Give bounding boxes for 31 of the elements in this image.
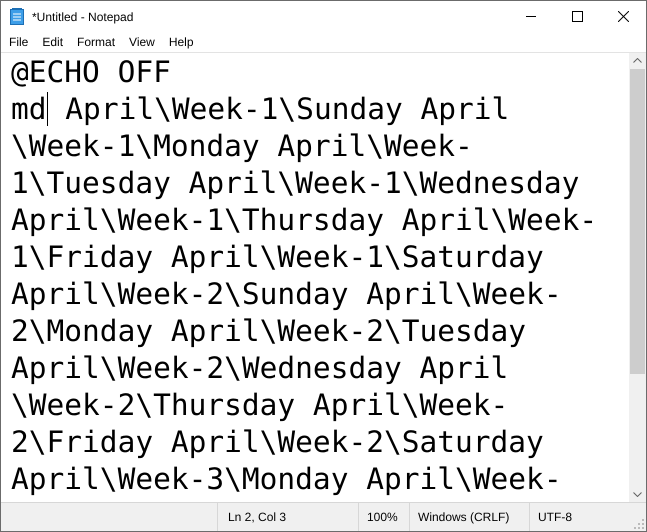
resize-grip-icon[interactable] (634, 519, 644, 529)
text-line: 2\Friday April\Week-2\Saturday (11, 424, 544, 461)
text-line: April\Week-1\Thursday April\Week- (11, 202, 598, 239)
scrollbar-thumb[interactable] (630, 69, 645, 374)
zoom-level: 100% (359, 503, 410, 531)
maximize-icon (572, 11, 582, 22)
scroll-down-icon[interactable] (633, 492, 642, 497)
text-line: April\Week-2\Wednesday April (11, 350, 508, 387)
text-line: \Week-2\Thursday April\Week- (11, 387, 508, 424)
text-line: 1\Friday April\Week-1\Saturday (11, 239, 544, 276)
close-icon (618, 11, 628, 22)
text-line: @ECHO OFF (11, 54, 171, 91)
menu-item[interactable]: Format (70, 32, 122, 52)
text-line: \Week-1\Monday April\Week- (11, 128, 473, 165)
cursor-position: Ln 2, Col 3 (218, 503, 359, 531)
text-line: 1\Tuesday April\Week-1\Wednesday (11, 165, 580, 202)
scroll-up-icon[interactable] (633, 58, 642, 63)
text-line: md April\Week-1\Sunday April (11, 91, 510, 128)
menu-item[interactable]: Edit (35, 32, 70, 52)
menu-item[interactable]: Help (162, 32, 201, 52)
text-line: April\Week-3\Monday April\Week- (11, 461, 562, 498)
notepad-icon (10, 8, 24, 25)
menu-item[interactable]: View (122, 32, 162, 52)
scrollbar[interactable] (629, 53, 646, 502)
minimize-icon (526, 16, 536, 17)
text-line: April\Week-2\Sunday April\Week- (11, 276, 562, 313)
text-line: 2\Monday April\Week-2\Tuesday (11, 313, 526, 350)
window-title: *Untitled - Notepad (32, 8, 134, 26)
line-ending: Windows (CRLF) (410, 503, 530, 531)
encoding: UTF-8 (537, 509, 573, 526)
menu-item[interactable]: File (2, 32, 36, 52)
